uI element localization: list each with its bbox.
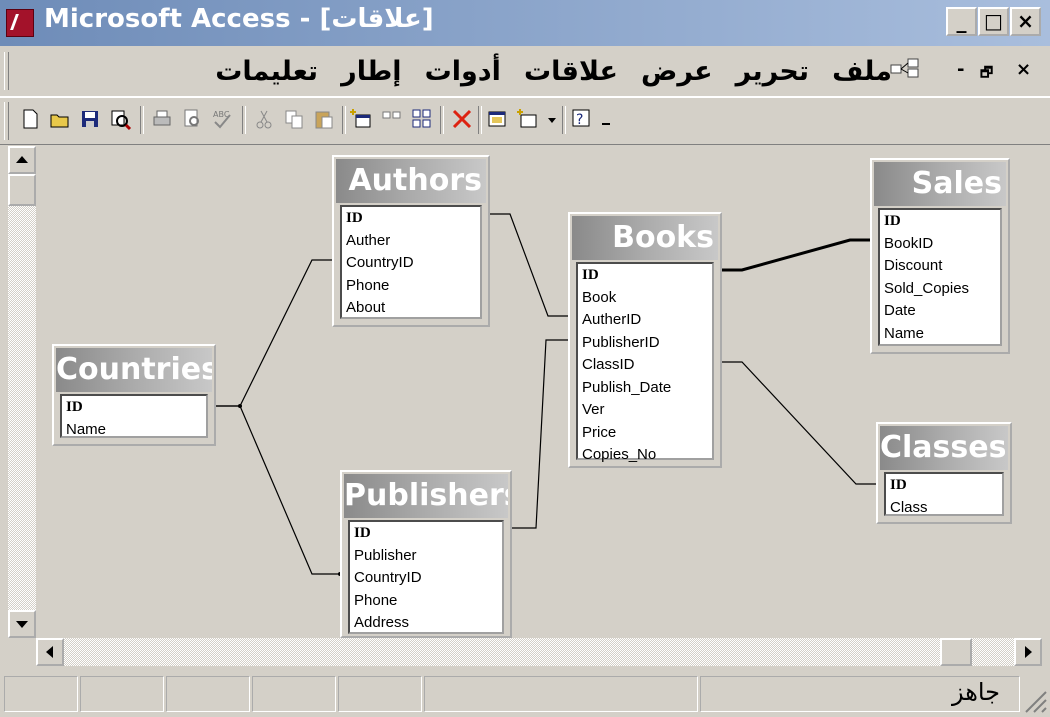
field-item[interactable]: CountryID <box>350 567 502 590</box>
status-pane <box>4 676 78 712</box>
field-item[interactable]: Name <box>62 419 206 442</box>
field-item[interactable]: Discount <box>880 255 1000 278</box>
table-title[interactable]: Books <box>572 216 718 260</box>
status-pane <box>166 676 250 712</box>
field-item[interactable]: ID <box>886 474 1002 497</box>
table-classes[interactable]: Classes ID Class <box>876 422 1012 524</box>
status-pane <box>338 676 422 712</box>
field-item[interactable]: Book <box>578 287 712 310</box>
relationship-line-books-sales <box>716 238 876 272</box>
field-item[interactable]: Date <box>880 300 1000 323</box>
status-text: جاهز <box>951 678 1000 706</box>
table-books[interactable]: Books ID Book AutherID PublisherID Class… <box>568 212 722 468</box>
table-sales[interactable]: Sales ID BookID Discount Sold_Copies Dat… <box>870 158 1010 354</box>
table-title[interactable]: Publishers <box>344 474 508 518</box>
field-item[interactable]: CountryID <box>342 252 480 275</box>
table-authors[interactable]: Authors ID Auther CountryID Phone About <box>332 155 490 327</box>
field-item[interactable]: Phone <box>350 590 502 613</box>
table-title[interactable]: Classes <box>880 426 1008 470</box>
field-item[interactable]: PublisherID <box>578 332 712 355</box>
table-title[interactable]: Sales <box>874 162 1006 206</box>
field-item[interactable]: About <box>342 297 480 320</box>
field-item[interactable]: ID <box>880 210 1000 233</box>
relationship-line-books-classes <box>716 361 882 485</box>
resize-grip-icon[interactable] <box>1022 688 1048 714</box>
field-item[interactable]: Publish_Date <box>578 377 712 400</box>
field-list: ID Publisher CountryID Phone Address <box>348 520 504 634</box>
field-item[interactable]: ClassID <box>578 354 712 377</box>
field-list: ID BookID Discount Sold_Copies Date Name <box>878 208 1002 346</box>
field-item[interactable]: ID <box>578 264 712 287</box>
field-item[interactable]: Ver <box>578 399 712 422</box>
field-list: ID Auther CountryID Phone About <box>340 205 482 319</box>
table-countries[interactable]: Countries ID Name <box>52 344 216 446</box>
field-item[interactable]: Class <box>886 497 1002 520</box>
table-title[interactable]: Countries <box>56 348 212 392</box>
relationship-line-publishers-books <box>508 339 574 529</box>
field-item[interactable]: Price <box>578 422 712 445</box>
field-item[interactable]: BookID <box>880 233 1000 256</box>
field-item[interactable]: ID <box>350 522 502 545</box>
table-publishers[interactable]: Publishers ID Publisher CountryID Phone … <box>340 470 512 638</box>
field-item[interactable]: Phone <box>342 275 480 298</box>
status-bar: جاهز <box>0 672 1050 717</box>
field-item[interactable]: Name <box>880 323 1000 346</box>
table-title[interactable]: Authors <box>336 159 486 203</box>
field-list: ID Name <box>60 394 208 438</box>
status-pane <box>252 676 336 712</box>
field-item[interactable]: Address <box>350 612 502 635</box>
status-pane <box>424 676 698 712</box>
field-list: ID Class <box>884 472 1004 516</box>
relationship-line-countries-authors <box>212 259 340 407</box>
relationship-line-authors-books <box>484 213 574 317</box>
relationship-line-countries-publishers <box>212 405 340 575</box>
field-item[interactable]: ID <box>342 207 480 230</box>
field-item[interactable]: Sold_Copies <box>880 278 1000 301</box>
field-item[interactable]: ID <box>62 396 206 419</box>
field-item[interactable]: Auther <box>342 230 480 253</box>
field-list: ID Book AutherID PublisherID ClassID Pub… <box>576 262 714 463</box>
field-item[interactable]: AutherID <box>578 309 712 332</box>
field-item[interactable]: Copies_No <box>578 444 712 467</box>
status-pane <box>80 676 164 712</box>
field-item[interactable]: Publisher <box>350 545 502 568</box>
